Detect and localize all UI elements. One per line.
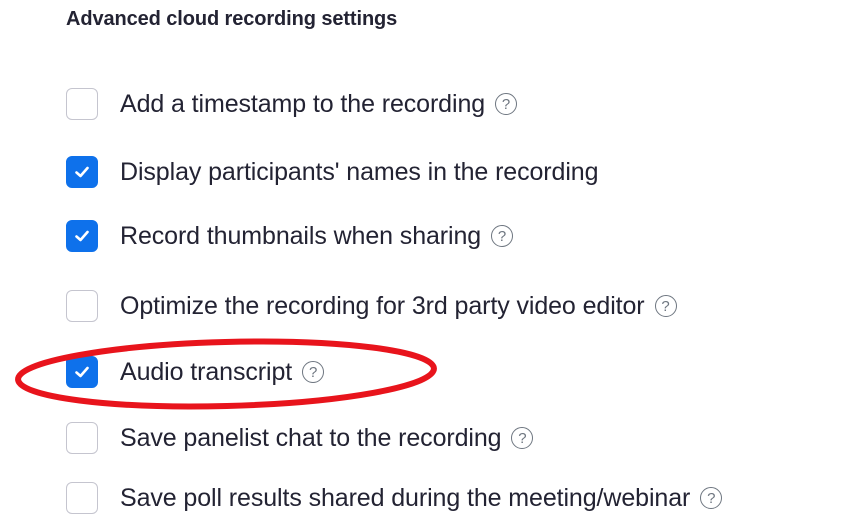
checkmark-icon bbox=[75, 166, 89, 178]
thumbnails-checkbox[interactable] bbox=[66, 220, 98, 252]
option-add-timestamp[interactable]: Add a timestamp to the recording ? bbox=[66, 84, 518, 124]
poll-results-checkbox[interactable] bbox=[66, 482, 98, 514]
timestamp-checkbox[interactable] bbox=[66, 88, 98, 120]
option-record-thumbnails[interactable]: Record thumbnails when sharing ? bbox=[66, 216, 514, 256]
help-icon[interactable]: ? bbox=[511, 427, 534, 449]
option-label: Save poll results shared during the meet… bbox=[120, 483, 691, 512]
checkmark-icon bbox=[75, 230, 89, 242]
option-save-poll-results[interactable]: Save poll results shared during the meet… bbox=[66, 478, 723, 518]
optimize-editor-checkbox[interactable] bbox=[66, 290, 98, 322]
option-label: Display participants' names in the recor… bbox=[120, 157, 599, 186]
help-icon[interactable]: ? bbox=[495, 93, 518, 115]
option-label: Save panelist chat to the recording bbox=[120, 423, 502, 452]
option-display-participant-names[interactable]: Display participants' names in the recor… bbox=[66, 152, 598, 192]
option-audio-transcript[interactable]: Audio transcript ? bbox=[66, 352, 325, 392]
section-title: Advanced cloud recording settings bbox=[66, 8, 398, 30]
help-icon[interactable]: ? bbox=[700, 487, 723, 509]
help-icon[interactable]: ? bbox=[302, 361, 325, 383]
audio-transcript-checkbox[interactable] bbox=[66, 356, 98, 388]
help-icon[interactable]: ? bbox=[654, 295, 677, 317]
option-label: Audio transcript bbox=[120, 357, 293, 386]
option-label: Add a timestamp to the recording bbox=[120, 89, 486, 118]
option-label: Optimize the recording for 3rd party vid… bbox=[120, 291, 645, 320]
participant-names-checkbox[interactable] bbox=[66, 156, 98, 188]
option-save-panelist-chat[interactable]: Save panelist chat to the recording ? bbox=[66, 418, 534, 458]
option-label: Record thumbnails when sharing bbox=[120, 221, 482, 250]
checkmark-icon bbox=[75, 366, 89, 378]
option-optimize-3rd-party-editor[interactable]: Optimize the recording for 3rd party vid… bbox=[66, 286, 677, 326]
panelist-chat-checkbox[interactable] bbox=[66, 422, 98, 454]
help-icon[interactable]: ? bbox=[491, 225, 514, 247]
